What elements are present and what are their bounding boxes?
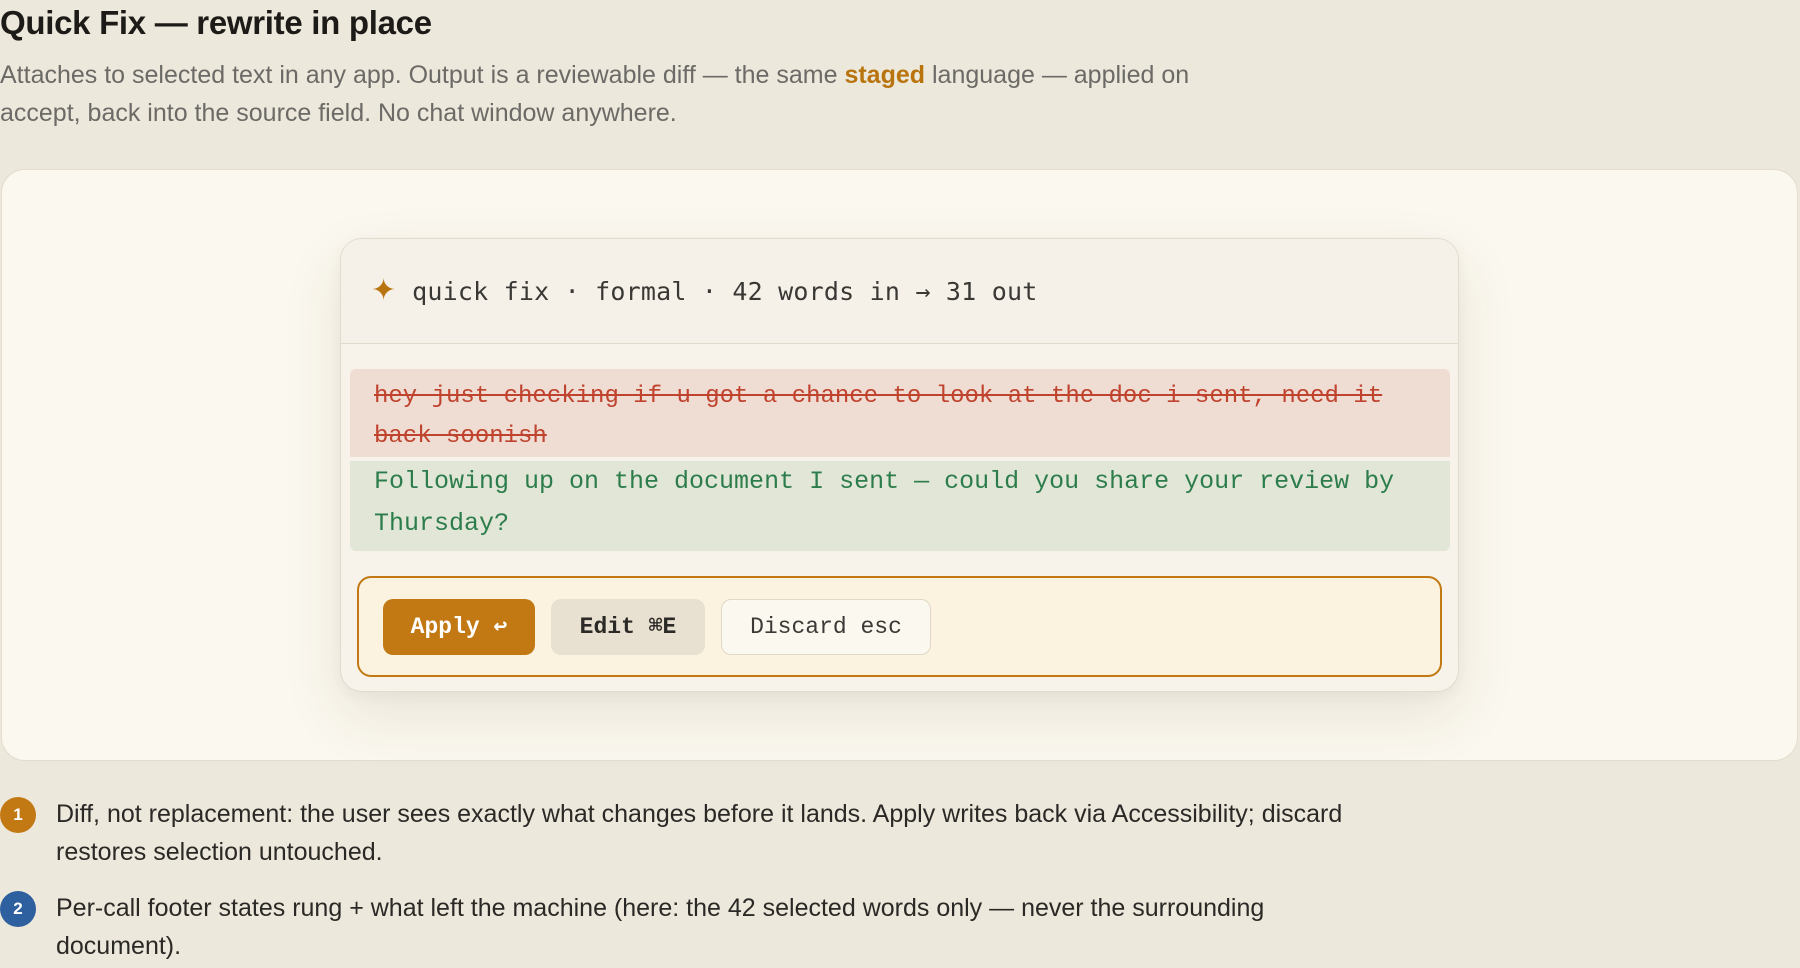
subtitle-text-start: Attaches to selected text in any app. Ou…: [0, 61, 845, 89]
note-number-badge: 1: [0, 797, 36, 833]
action-bar: Apply ↩ Edit ⌘E Discard esc: [357, 576, 1442, 677]
page-subtitle: Attaches to selected text in any app. Ou…: [0, 56, 1270, 132]
note-item: 2 Per-call footer states rung + what lef…: [0, 889, 1400, 965]
diff-added-text: Following up on the document I sent — co…: [350, 461, 1450, 551]
note-number-badge: 2: [0, 891, 36, 927]
note-text: Per-call footer states rung + what left …: [56, 894, 1265, 960]
note-text: Diff, not replacement: the user sees exa…: [56, 800, 1343, 866]
call-meta: quick fix · formal · 42 words in → 31 ou…: [412, 276, 1038, 306]
subtitle-accent-word: staged: [844, 61, 926, 89]
note-item: 1 Diff, not replacement: the user sees e…: [0, 795, 1400, 871]
sparkle-icon: ✦: [371, 273, 397, 308]
edit-button[interactable]: Edit ⌘E: [551, 598, 705, 655]
diff-removed-text: hey just checking if u got a chance to l…: [350, 369, 1450, 457]
page-title: Quick Fix — rewrite in place: [0, 4, 432, 41]
quick-fix-card: ✦ quick fix · formal · 42 words in → 31 …: [340, 238, 1459, 692]
discard-button[interactable]: Discard esc: [721, 598, 931, 655]
card-header: ✦ quick fix · formal · 42 words in → 31 …: [341, 239, 1458, 344]
apply-button[interactable]: Apply ↩: [383, 598, 535, 655]
